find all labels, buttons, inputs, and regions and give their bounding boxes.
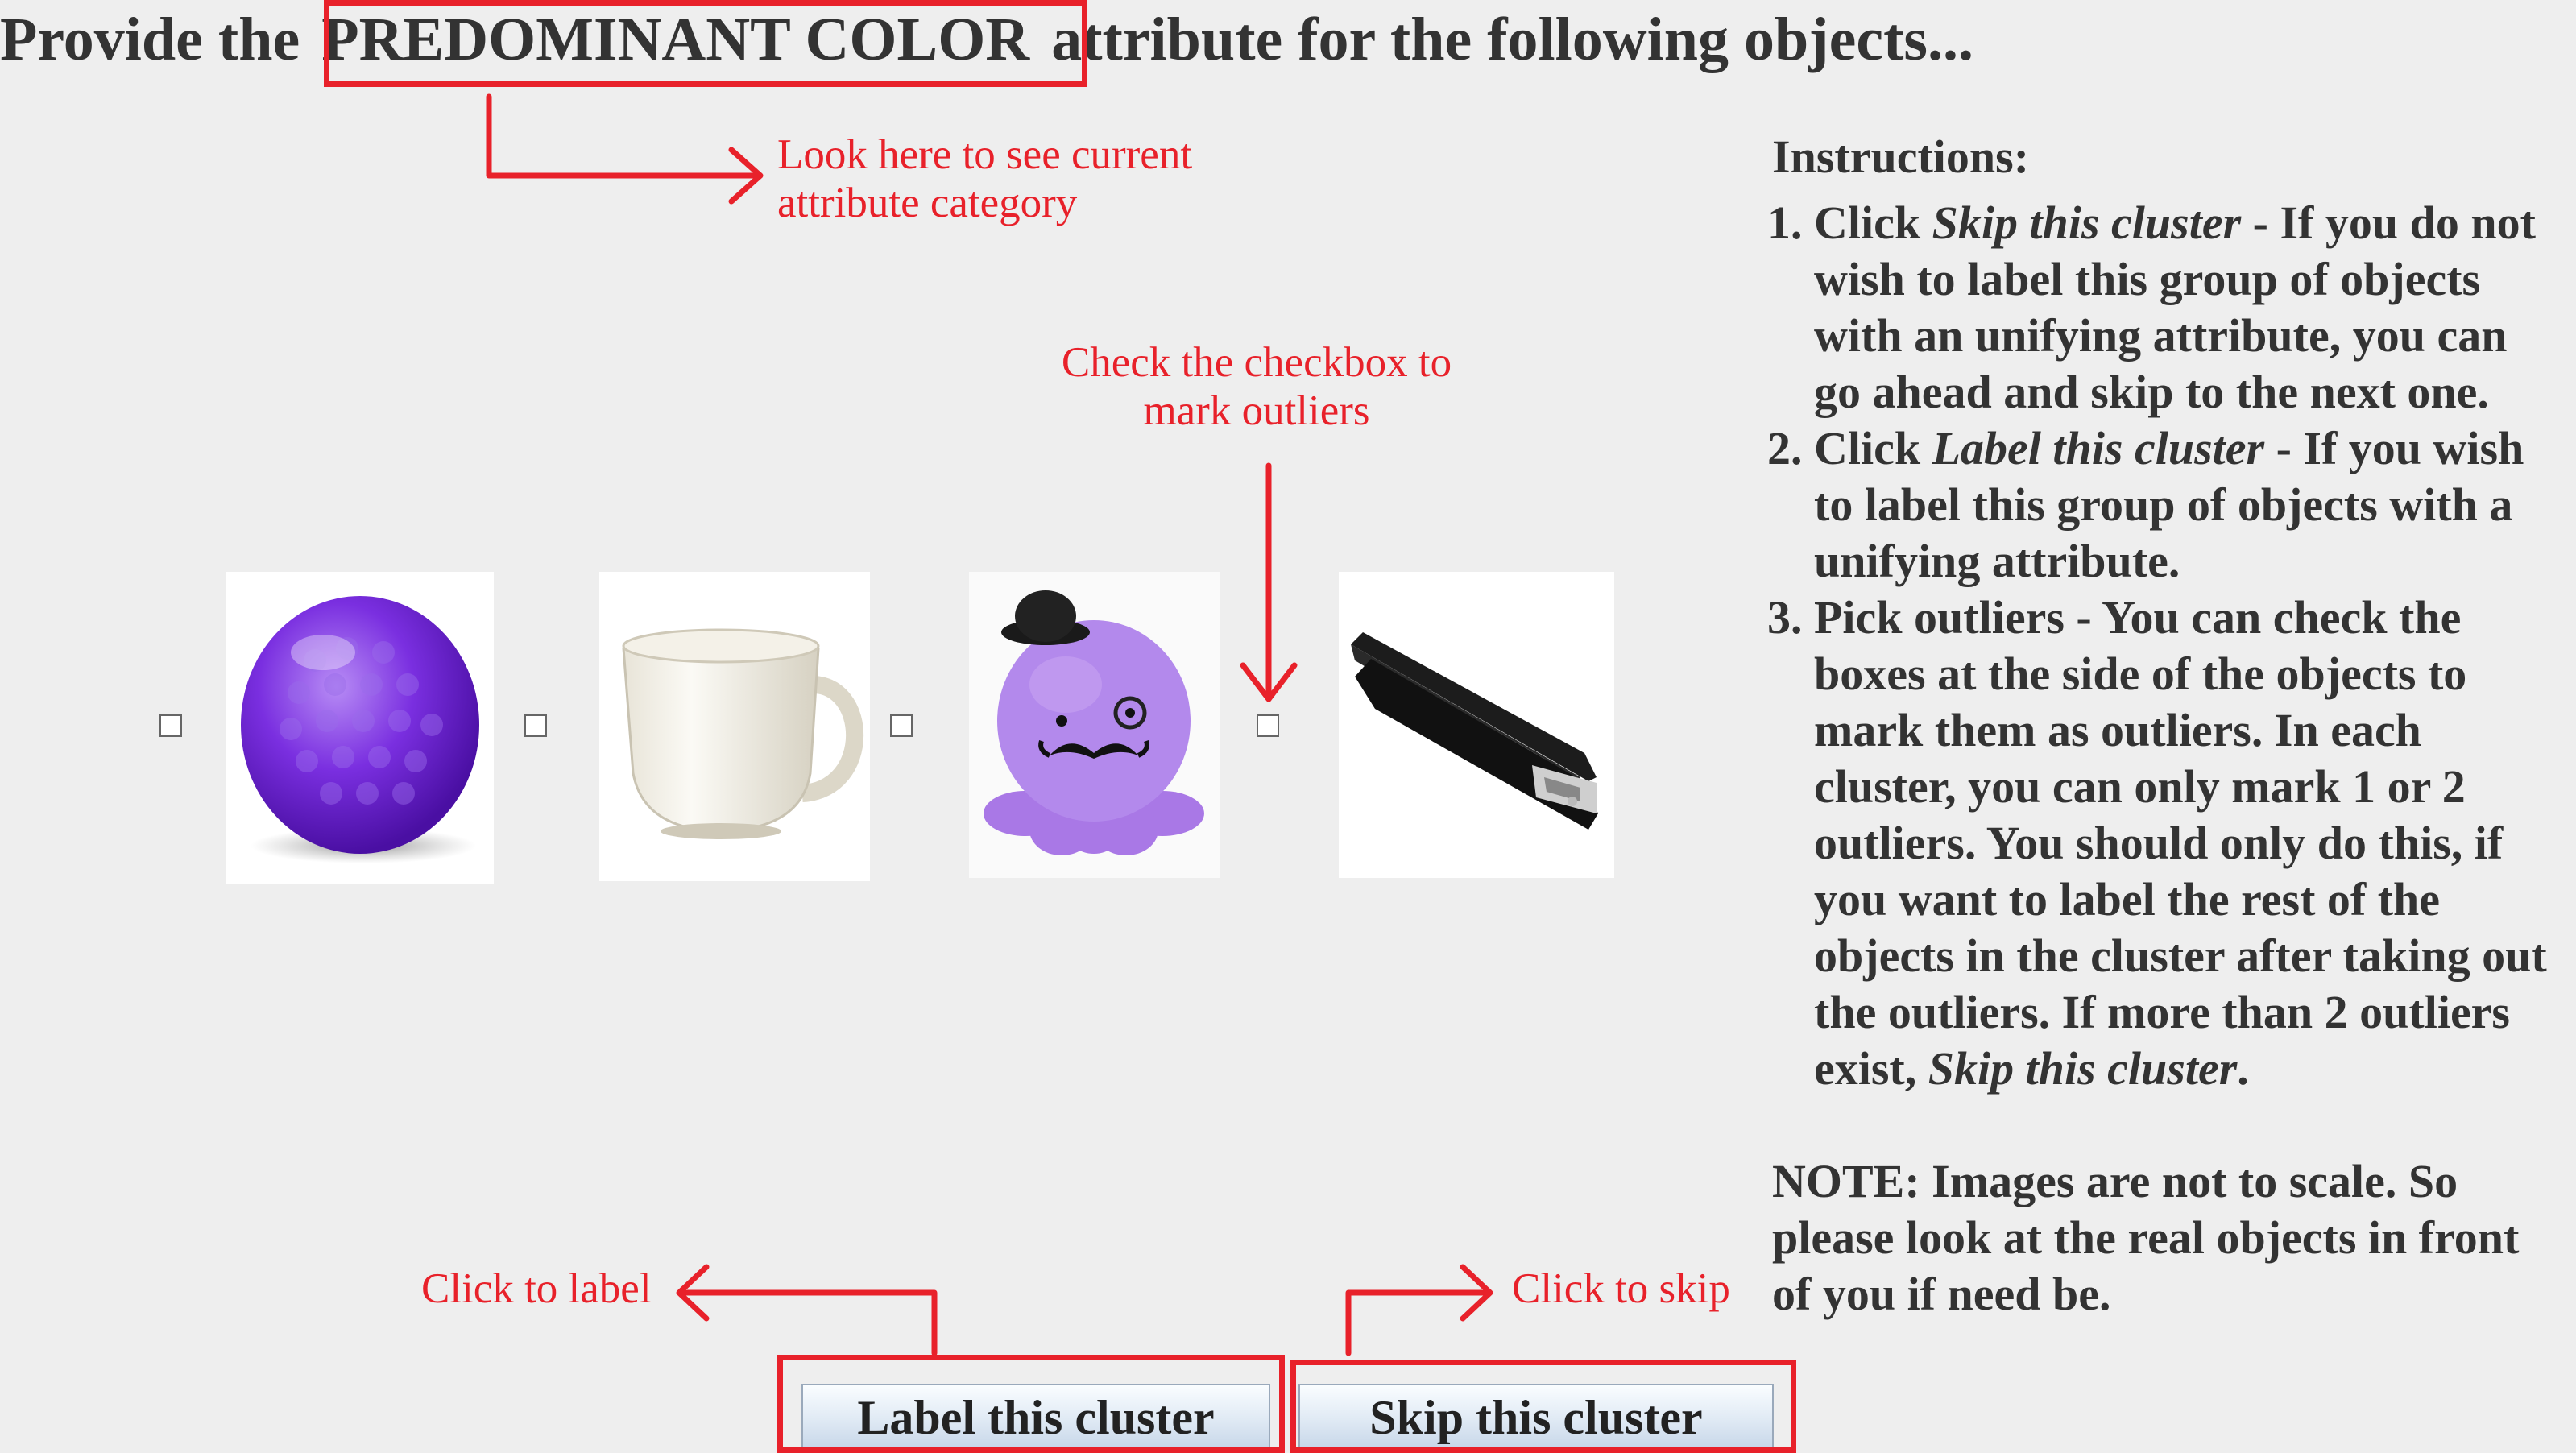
octopus-plush-icon <box>969 572 1220 878</box>
instruction-item: Click Label this cluster - If you wish t… <box>1814 420 2562 590</box>
scale-note: NOTE: Images are not to scale. So please… <box>1772 1155 2520 1320</box>
outlier-checkbox-4[interactable] <box>1257 714 1279 737</box>
instruction-item: Pick outliers - You can check the boxes … <box>1814 590 2562 1097</box>
skip-arrow-icon <box>1345 1289 1492 1356</box>
instructions-title: Instructions: <box>1772 130 2030 183</box>
skip-button-highlight <box>1290 1360 1796 1453</box>
outlier-checkbox-1[interactable] <box>159 714 182 737</box>
attribute-arrow-icon <box>486 93 760 179</box>
label-button-highlight <box>777 1355 1285 1453</box>
stapler-icon <box>1351 632 1598 830</box>
instructions-panel: Instructions: Click Skip this cluster - … <box>1772 129 2562 1323</box>
instruction-item: Click Skip this cluster - If you do not … <box>1814 195 2562 420</box>
mug-icon <box>622 628 864 839</box>
outlier-checkbox-3[interactable] <box>890 714 913 737</box>
label-arrow-icon <box>677 1289 938 1356</box>
outlier-checkbox-2[interactable] <box>524 714 547 737</box>
object-image-octopus-plush <box>969 572 1220 878</box>
object-image-golf-ball <box>226 572 494 884</box>
object-image-stapler <box>1339 572 1614 878</box>
object-image-mug <box>599 572 870 881</box>
golf-ball-icon <box>241 596 479 863</box>
instructions-list: Click Skip this cluster - If you do not … <box>1772 195 2562 1097</box>
